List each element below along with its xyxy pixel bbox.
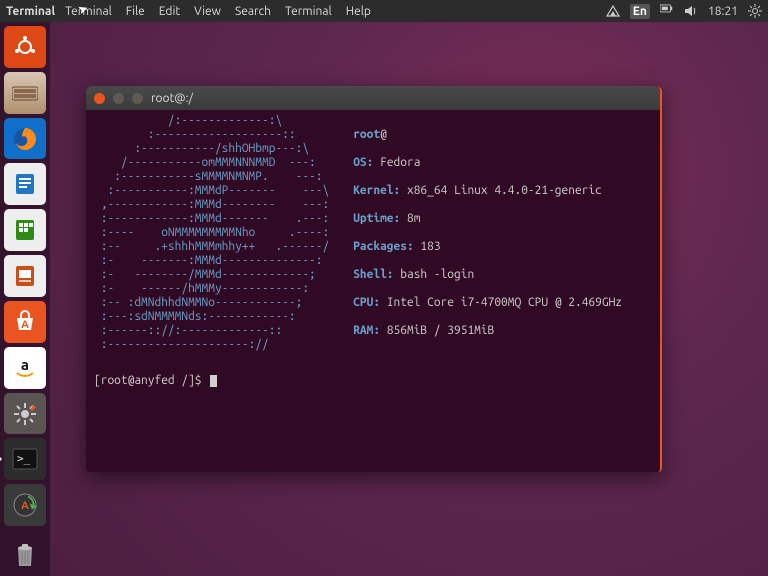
unity-launcher: A a >_ A	[0, 22, 50, 576]
info-user: root	[353, 128, 380, 141]
app-name-label: Terminal	[6, 5, 55, 18]
launcher-updater[interactable]: A	[4, 484, 46, 526]
network-icon[interactable]	[606, 4, 620, 18]
info-ram-key: RAM:	[353, 324, 380, 337]
system-tray: En 18:21	[606, 4, 762, 19]
window-titlebar[interactable]: root@:/	[86, 86, 660, 110]
info-shell-val: bash -login	[394, 268, 475, 281]
terminal-cursor-icon	[210, 375, 217, 387]
keyboard-lang-badge[interactable]: En	[630, 4, 650, 19]
launcher-software[interactable]: A	[4, 301, 46, 343]
terminal-prompt[interactable]: [root@anyfed /]$	[94, 374, 652, 388]
launcher-calc[interactable]	[4, 209, 46, 251]
terminal-window[interactable]: root@:/ /:-------------:\ :-------------…	[86, 86, 662, 472]
screenfetch-ascii-logo: /:-------------:\ :-------------------::…	[94, 114, 329, 366]
launcher-files[interactable]	[4, 72, 46, 114]
info-os-val: Fedora	[373, 156, 427, 169]
battery-icon[interactable]	[660, 4, 674, 18]
info-cpu-key: CPU:	[353, 296, 380, 309]
info-packages-key: Packages:	[353, 240, 413, 253]
svg-text:A: A	[21, 319, 29, 331]
info-ram-val: 856MiB / 3951MiB	[380, 324, 494, 337]
window-maximize-button[interactable]	[132, 93, 143, 104]
info-cpu-val: Intel Core i7-4700MQ CPU @ 2.469GHz	[380, 296, 622, 309]
svg-text:A: A	[21, 500, 29, 512]
top-menubar: Terminal Terminal File Edit View Search …	[0, 0, 768, 22]
menu-edit[interactable]: Edit	[159, 5, 180, 18]
launcher-trash[interactable]	[4, 534, 46, 576]
screenfetch-info: root@ OS: Fedora Kernel: x86_64 Linux 4.…	[353, 114, 622, 366]
terminal-body[interactable]: /:-------------:\ :-------------------::…	[86, 110, 660, 472]
info-kernel-val: x86_64 Linux 4.4.0-21-generic	[400, 184, 602, 197]
info-packages-val: 183	[414, 240, 441, 253]
launcher-settings[interactable]	[4, 393, 46, 435]
info-os-key: OS:	[353, 156, 373, 169]
clock-label[interactable]: 18:21	[708, 5, 738, 18]
launcher-writer[interactable]	[4, 163, 46, 205]
svg-text:>_: >_	[17, 452, 31, 465]
menu-view[interactable]: View	[194, 5, 221, 18]
info-uptime-key: Uptime:	[353, 212, 400, 225]
window-close-button[interactable]	[94, 93, 105, 104]
launcher-firefox[interactable]	[4, 118, 46, 160]
window-minimize-button[interactable]	[113, 93, 124, 104]
launcher-amazon[interactable]: a	[4, 347, 46, 389]
window-title-label: root@:/	[151, 92, 193, 105]
menu-terminal-2[interactable]: Terminal	[285, 5, 332, 18]
info-uptime-val: 8m	[400, 212, 420, 225]
menu-file[interactable]: File	[126, 5, 145, 18]
menu-search[interactable]: Search	[235, 5, 271, 18]
menu-help[interactable]: Help	[346, 5, 371, 18]
svg-text:a: a	[21, 356, 29, 373]
volume-icon[interactable]	[684, 4, 698, 18]
launcher-terminal[interactable]: >_	[4, 438, 46, 480]
info-kernel-key: Kernel:	[353, 184, 400, 197]
launcher-dash[interactable]	[4, 26, 46, 68]
info-shell-key: Shell:	[353, 268, 393, 281]
gear-icon[interactable]	[748, 4, 762, 18]
launcher-impress[interactable]	[4, 255, 46, 297]
